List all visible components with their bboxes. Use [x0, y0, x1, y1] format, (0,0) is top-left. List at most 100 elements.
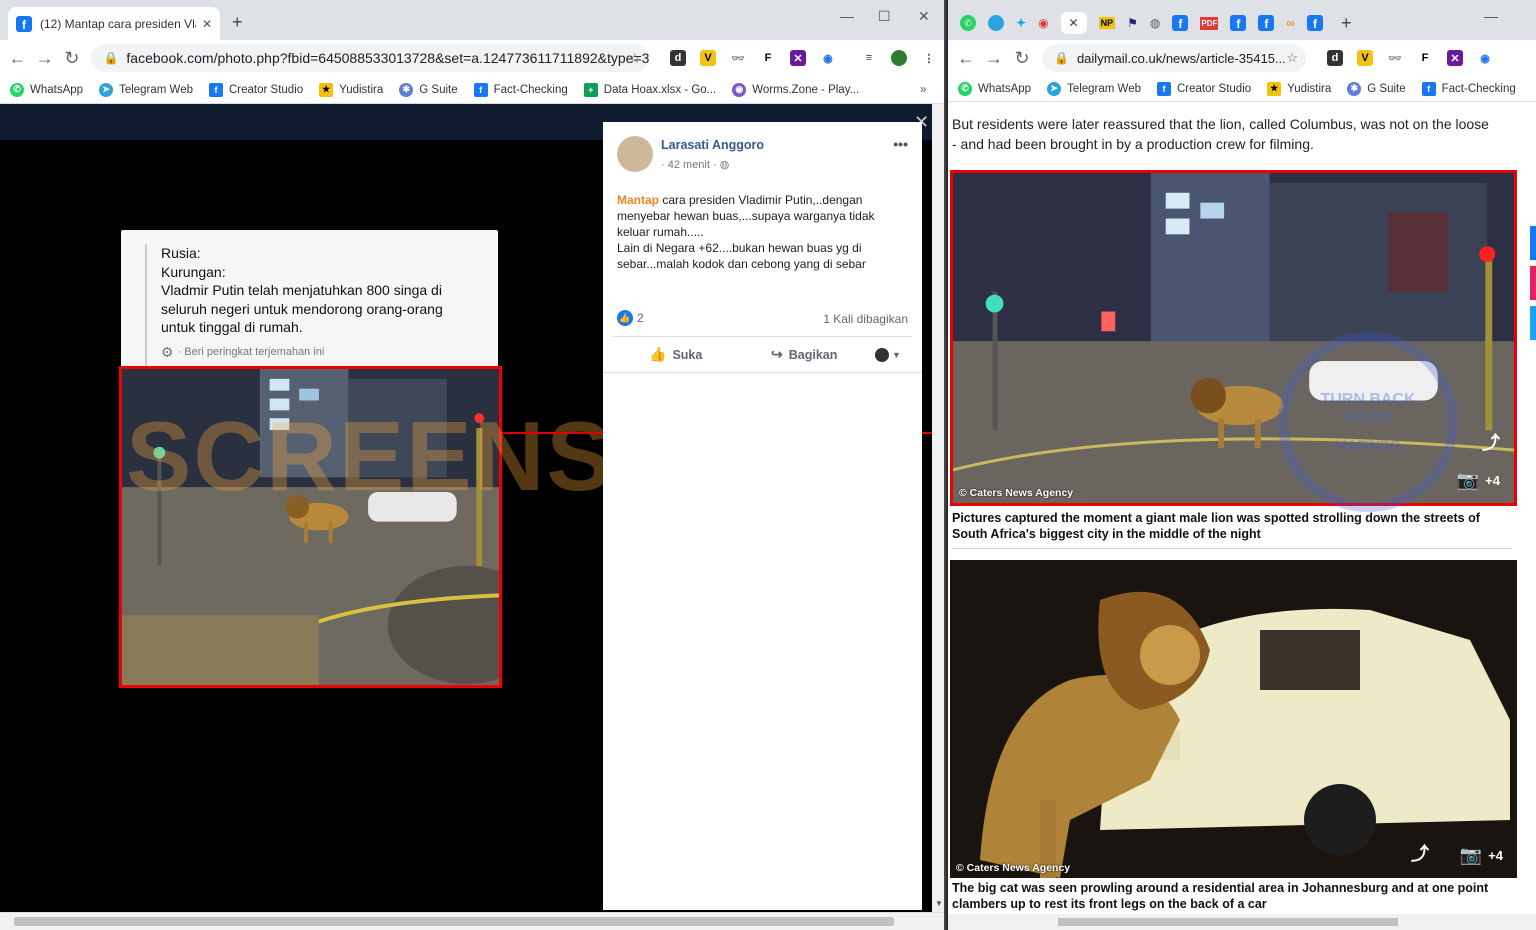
side-share-pinterest[interactable] [1530, 266, 1536, 300]
bookmark-yudistira[interactable]: ★ Yudistira [319, 82, 383, 97]
facebook-tab-icon[interactable]: f [1258, 15, 1275, 31]
telegram-icon: ➤ [99, 82, 114, 97]
extension-icon[interactable]: d [669, 50, 686, 66]
address-bar[interactable]: 🔒 dailymail.co.uk/news/article-35415... … [1042, 44, 1306, 72]
extension-icon[interactable]: V [699, 50, 716, 66]
reload-icon[interactable]: ↻ [1008, 44, 1036, 72]
address-bar[interactable]: 🔒 facebook.com/photo.php?fbid=6450885330… [91, 44, 649, 72]
facebook-tab-icon[interactable]: f [1230, 15, 1247, 31]
share-icon[interactable]: ⤴ [1411, 840, 1429, 866]
bookmark-label: Fact-Checking [1441, 82, 1516, 95]
horizontal-scrollbar[interactable] [948, 914, 1536, 930]
share-button[interactable]: ↪ Bagikan [771, 346, 837, 363]
telegram-tab-icon[interactable] [988, 15, 1004, 31]
scroll-thumb[interactable] [14, 917, 894, 926]
bookmark-creator-studio[interactable]: f Creator Studio [209, 82, 303, 97]
new-tab-icon[interactable]: + [232, 12, 243, 33]
like-button[interactable]: 👍 Suka [649, 346, 702, 363]
profile-avatar-icon[interactable] [890, 50, 907, 66]
scroll-down-icon[interactable]: ▼ [935, 899, 943, 908]
pdf-tab-icon[interactable]: PDF [1200, 16, 1219, 30]
globe-icon: ◍ [719, 159, 730, 171]
bookmark-star-icon[interactable]: ☆ [1286, 50, 1298, 66]
facebook-tab-icon[interactable]: f [1306, 15, 1323, 31]
back-icon[interactable]: ← [952, 44, 980, 72]
bookmark-telegram[interactable]: ➤ Telegram Web [1047, 81, 1141, 96]
extension-icon[interactable]: 👓 [729, 50, 746, 66]
gallery-button[interactable]: 📷 +4 [1457, 470, 1500, 491]
share-count[interactable]: 1 Kali dibagikan [823, 312, 908, 326]
forward-icon[interactable]: → [980, 44, 1008, 72]
close-tab-icon[interactable]: ✕ [202, 17, 212, 31]
scroll-thumb[interactable] [1058, 918, 1398, 926]
tab-facebook[interactable]: f (12) Mantap cara presiden Vladir ✕ [8, 7, 220, 40]
whatsapp-tab-icon[interactable]: ✆ [960, 15, 976, 31]
extension-icon[interactable]: F [1417, 50, 1433, 66]
extension-icon[interactable]: ✕ [789, 50, 806, 66]
rate-translation-link[interactable]: ⚙ · Beri peringkat terjemahan ini [161, 343, 461, 362]
bookmark-whatsapp[interactable]: ✆ WhatsApp [958, 81, 1031, 96]
bookmark-label: Yudistira [1287, 82, 1332, 95]
toolbar: ← → ↻ 🔒 facebook.com/photo.php?fbid=6450… [0, 40, 944, 76]
reaction-count[interactable]: 👍 2 [617, 310, 644, 326]
share-icon[interactable]: ⤴ [1482, 429, 1500, 455]
reaction-as-selector[interactable]: ▼ [875, 348, 901, 362]
post-text: Mantap cara presiden Vladimir Putin,..de… [617, 192, 902, 272]
author-avatar[interactable] [617, 136, 653, 172]
minimize-icon[interactable]: — [1484, 8, 1498, 24]
eye-tab-icon[interactable]: ◉ [1038, 16, 1048, 30]
extension-icon[interactable]: V [1357, 50, 1373, 66]
reload-icon[interactable]: ↻ [58, 44, 85, 72]
article-photo-2[interactable]: © Caters News Agency ⤴ 📷 +4 [950, 560, 1517, 878]
gsuite-icon: ✱ [399, 82, 414, 97]
gallery-button[interactable]: 📷 +4 [1460, 845, 1503, 866]
bookmark-whatsapp[interactable]: ✆ WhatsApp [10, 82, 83, 97]
divider [613, 336, 912, 337]
like-reaction-icon: 👍 [617, 310, 633, 326]
url-text: dailymail.co.uk/news/article-35415... [1076, 50, 1286, 66]
close-tab-icon[interactable]: ✕ [1060, 12, 1087, 34]
bookmark-yudistira[interactable]: ★ Yudistira [1267, 81, 1332, 96]
extension-icon[interactable]: ◉ [819, 50, 836, 66]
extension-icon[interactable]: ✕ [1447, 50, 1463, 66]
new-tab-icon[interactable]: + [1341, 13, 1352, 34]
back-icon[interactable]: ← [4, 44, 31, 72]
article-content: But residents were later reassured that … [948, 102, 1536, 930]
extension-icon[interactable]: d [1327, 50, 1343, 66]
side-share-facebook[interactable] [1530, 226, 1536, 260]
flag-tab-icon[interactable]: ⚑ [1127, 16, 1138, 30]
close-window-icon[interactable]: ✕ [918, 8, 930, 25]
bookmark-fact-checking[interactable]: f Fact-Checking [473, 82, 568, 97]
bookmark-data-hoax[interactable]: + Data Hoax.xlsx - Go... [583, 82, 716, 97]
bookmark-fact-checking[interactable]: f Fact-Checking [1421, 81, 1516, 96]
extension-icon[interactable]: F [759, 50, 776, 66]
bookmark-telegram[interactable]: ➤ Telegram Web [99, 82, 193, 97]
facebook-tab-icon[interactable]: f [1172, 15, 1189, 31]
horizontal-scrollbar[interactable] [0, 912, 944, 930]
forward-icon[interactable]: → [31, 44, 58, 72]
side-share-twitter[interactable] [1530, 306, 1536, 340]
twitter-tab-icon[interactable]: ✦ [1016, 16, 1026, 30]
more-options-icon[interactable]: ••• [893, 136, 908, 152]
maximize-icon[interactable]: ☐ [878, 8, 891, 25]
news-tab-icon[interactable]: NP [1098, 17, 1116, 29]
extension-icon[interactable]: 👓 [1387, 50, 1403, 66]
menu-kebab-icon[interactable]: ⋮ [920, 50, 937, 66]
minimize-icon[interactable]: — [840, 8, 854, 24]
stamp-text: TURN BACK HOAX [1320, 391, 1416, 426]
post-text-body2: Lain di Negara +62....bukan hewan buas y… [617, 241, 866, 271]
bookmarks-overflow-icon[interactable]: » [920, 84, 926, 96]
bookmark-star-icon[interactable]: ☆ [628, 50, 641, 67]
bookmarks-bar: ✆ WhatsApp ➤ Telegram Web f Creator Studio … [0, 76, 944, 104]
extension-icon[interactable]: ◉ [1477, 50, 1493, 66]
bookmark-g-suite[interactable]: ✱ G Suite [1347, 81, 1406, 96]
globe-tab-icon[interactable]: ◍ [1150, 16, 1160, 30]
author-name[interactable]: Larasati Anggoro [661, 138, 764, 152]
bookmark-g-suite[interactable]: ✱ G Suite [399, 82, 458, 97]
vertical-scrollbar[interactable]: ▼ [932, 104, 944, 912]
link-tab-icon[interactable]: ∞ [1286, 16, 1295, 30]
bookmark-creator-studio[interactable]: f Creator Studio [1157, 81, 1251, 96]
bookmark-label: Telegram Web [1067, 82, 1141, 95]
reading-list-icon[interactable]: ≡ [860, 50, 877, 66]
bookmark-worms-zone[interactable]: ◉ Worms.Zone - Play... [732, 82, 859, 97]
